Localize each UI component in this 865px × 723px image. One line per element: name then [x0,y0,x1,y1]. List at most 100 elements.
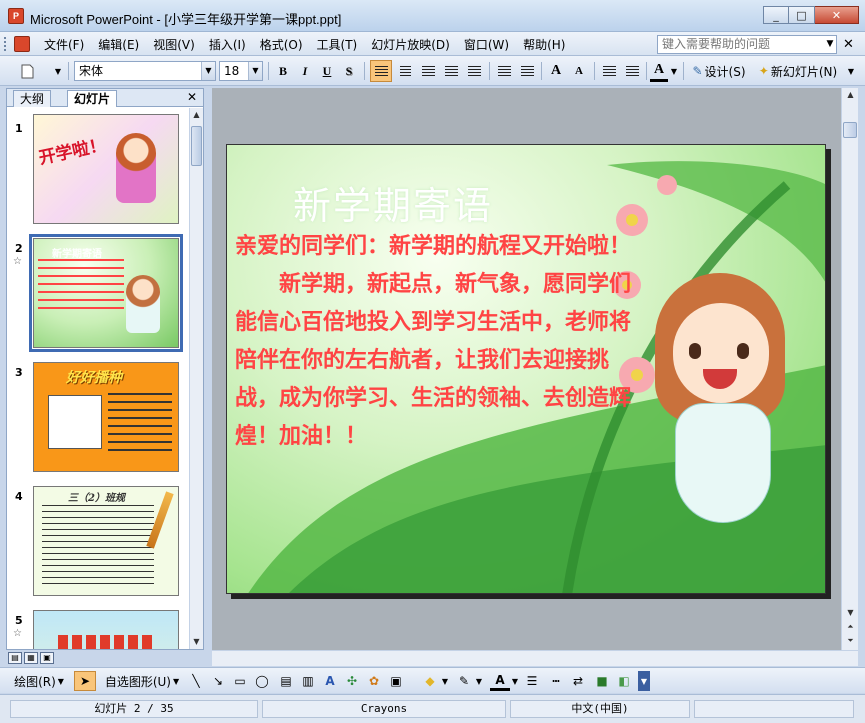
restore-button[interactable]: □ [789,6,815,24]
wordart-icon[interactable]: A [320,671,340,691]
slide-title[interactable]: 新学期寄语 [293,175,493,230]
line-icon[interactable]: ╲ [186,671,206,691]
minimize-button[interactable]: _ [763,6,789,24]
bullets-button[interactable] [516,60,538,82]
chevron-down-icon[interactable]: ▼ [510,671,520,691]
font-color-button[interactable]: A [650,60,668,82]
line-color-icon[interactable]: ✎ [454,671,474,691]
textbox-icon[interactable]: ▤ [276,671,296,691]
design-button[interactable]: ✎ 设计(S) [688,60,750,82]
menu-file[interactable]: 文件(F) [44,36,92,53]
toolbar-options-icon[interactable]: ▼ [846,60,856,82]
arrow-icon[interactable]: ↘ [208,671,228,691]
tab-slides[interactable]: 幻灯片 [67,90,118,107]
chevron-down-icon[interactable]: ▼ [474,671,484,691]
menu-tools[interactable]: 工具(T) [317,36,366,53]
tab-outline[interactable]: 大纲 [13,90,52,107]
new-document-icon[interactable] [16,60,38,82]
align-right-icon [421,65,435,77]
slide-scrollbar[interactable]: ▲ ▼ ⏶ ⏷ [841,88,858,650]
slide-thumbnail-3[interactable]: 好好播种 [33,362,179,472]
horizontal-scrollbar[interactable] [212,650,858,666]
shadow-button[interactable]: S [339,60,359,82]
chevron-down-icon[interactable]: ▼ [440,671,450,691]
chevron-down-icon[interactable]: ▼ [201,62,215,80]
thumbnail-scrollbar[interactable]: ▲ ▼ [189,108,203,649]
powerpoint-icon[interactable]: P [8,8,24,24]
ellipse-icon[interactable]: ◯ [252,671,272,691]
distributed-button[interactable] [463,60,485,82]
diagram-icon[interactable]: ✣ [342,671,362,691]
font-name-combo[interactable]: 宋体 ▼ [74,61,216,81]
rectangle-icon[interactable]: ▭ [230,671,250,691]
numbering-icon [497,65,511,77]
align-center-button[interactable] [394,60,416,82]
grow-font-button[interactable]: A [545,60,567,82]
chevron-down-icon[interactable]: ▼ [248,62,262,80]
justify-button[interactable] [440,60,462,82]
chevron-down-icon[interactable]: ▼ [823,35,837,54]
picture-icon[interactable]: ▣ [386,671,406,691]
scroll-up-icon[interactable]: ▲ [190,108,203,122]
current-slide[interactable]: 新学期寄语 亲爱的同学们：新学期的航程又开始啦！ 新学期，新起点，新气象，愿同学… [226,144,826,594]
bold-button[interactable]: B [273,60,293,82]
new-slide-button[interactable]: ✦ 新幻灯片(N) [754,60,842,82]
font-size-combo[interactable]: 18 ▼ [219,61,263,81]
thumbnail-text-lines [42,505,154,587]
align-left-button[interactable] [370,60,392,82]
document-icon[interactable] [14,36,30,52]
slide-sorter-icon[interactable]: ▦ [24,652,38,664]
shrink-font-button[interactable]: A [568,60,590,82]
underline-button[interactable]: U [317,60,337,82]
scroll-up-icon[interactable]: ▲ [843,88,858,102]
toolbar-options-icon[interactable]: ▼ [52,60,64,82]
menu-edit[interactable]: 编辑(E) [98,36,147,53]
italic-button[interactable]: I [295,60,315,82]
toolbar-grip-icon[interactable] [4,37,7,51]
normal-view-icon[interactable]: ▤ [8,652,22,664]
toolbar-options-icon[interactable]: ▼ [638,671,650,691]
3d-style-icon[interactable]: ◧ [614,671,634,691]
slide-thumbnail-1[interactable]: 开学啦！ [33,114,179,224]
select-pointer-icon[interactable]: ➤ [74,671,96,691]
slide-thumbnail-5[interactable] [33,610,179,649]
document-close-icon[interactable]: ✕ [843,37,854,52]
slideshow-view-icon[interactable]: ▣ [40,652,54,664]
next-slide-icon[interactable]: ⏷ [843,634,858,648]
scrollbar-thumb[interactable] [843,122,857,138]
scroll-down-icon[interactable]: ▼ [190,635,203,649]
menu-window[interactable]: 窗口(W) [464,36,517,53]
chevron-down-icon[interactable]: ▼ [669,60,679,82]
numbering-button[interactable] [493,60,515,82]
slide-thumbnails: 1 开学啦！ 2 ☆ 新学期寄语 3 好好播种 4 三（2）班规 5 ☆ [7,108,189,649]
font-name-value: 宋体 [79,64,104,78]
slide-thumbnail-2[interactable]: 新学期寄语 [29,234,183,352]
fill-color-icon[interactable]: ◆ [420,671,440,691]
close-button[interactable]: ✕ [815,6,859,24]
menu-slideshow[interactable]: 幻灯片放映(D) [371,36,458,53]
draw-menu-button[interactable]: 绘图(R) ▼ [6,671,72,691]
decrease-indent-button[interactable] [598,60,620,82]
autoshapes-button[interactable]: 自选图形(U) ▼ [102,671,182,691]
menu-view[interactable]: 视图(V) [153,36,203,53]
slide-body-text[interactable]: 亲爱的同学们：新学期的航程又开始啦！ 新学期，新起点，新气象，愿同学们能信心百倍… [235,227,645,455]
pane-close-icon[interactable]: ✕ [187,90,197,104]
align-center-icon [399,65,411,77]
previous-slide-icon[interactable]: ⏶ [843,620,858,634]
dash-style-icon[interactable]: ┅ [546,671,566,691]
vertical-textbox-icon[interactable]: ▥ [298,671,318,691]
draw-font-color-icon[interactable]: A [490,671,510,691]
shadow-style-icon[interactable]: ■ [592,671,612,691]
arrow-style-icon[interactable]: ⇄ [568,671,588,691]
line-style-icon[interactable]: ☰ [522,671,542,691]
slide-thumbnail-4[interactable]: 三（2）班规 [33,486,179,596]
menu-help[interactable]: 帮助(H) [523,36,573,53]
increase-indent-button[interactable] [621,60,643,82]
help-search-input[interactable]: 键入需要帮助的问题 [657,35,837,54]
clipart-icon[interactable]: ✿ [364,671,384,691]
scrollbar-thumb[interactable] [191,126,202,166]
menu-insert[interactable]: 插入(I) [209,36,254,53]
scroll-down-icon[interactable]: ▼ [843,606,858,620]
menu-format[interactable]: 格式(O) [260,36,311,53]
align-right-button[interactable] [417,60,439,82]
